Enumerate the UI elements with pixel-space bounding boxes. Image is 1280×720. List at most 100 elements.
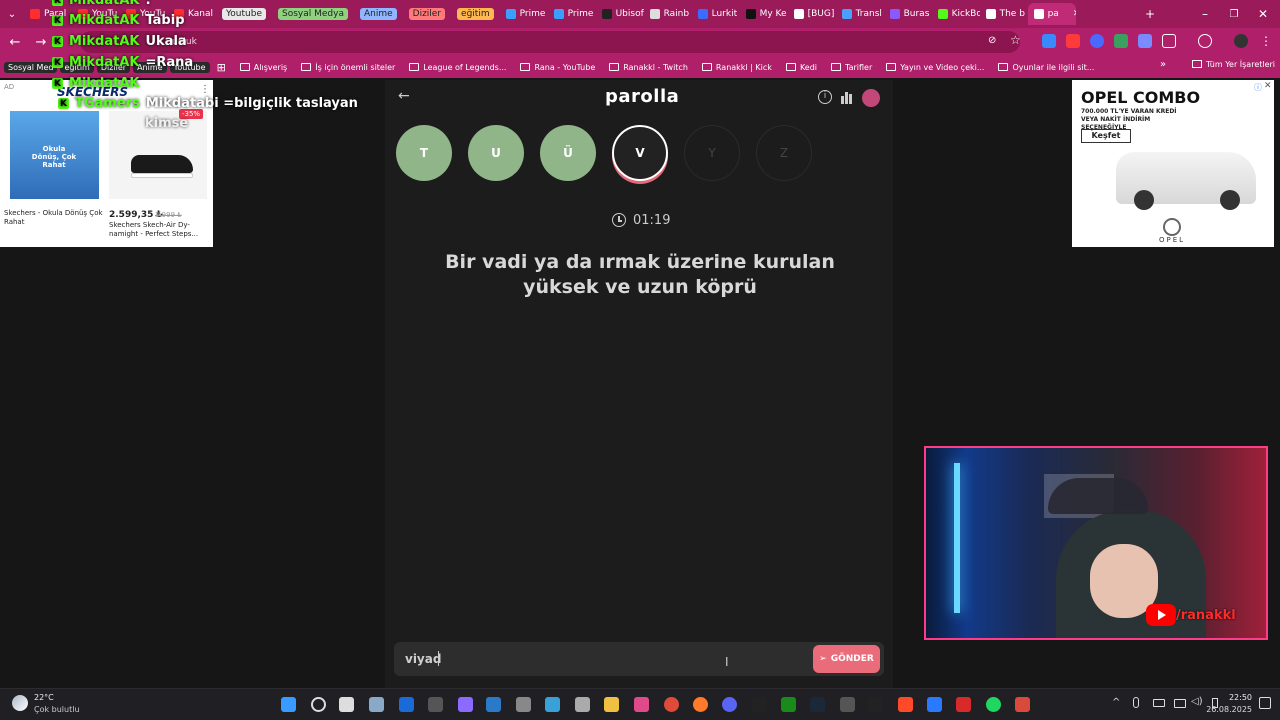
ad-banner-image[interactable]: Okula Dönüş, Çok Rahat: [10, 111, 99, 199]
start-icon[interactable]: [281, 697, 296, 712]
discover-button[interactable]: Keşfet: [1081, 129, 1131, 143]
bookmark-item[interactable]: Ranakkl | Kick: [695, 63, 779, 72]
tab-group-label[interactable]: eğitim: [457, 8, 494, 20]
tab-group-label[interactable]: Youtube: [222, 8, 266, 20]
bookmark-group[interactable]: Sosyal Med: [4, 61, 58, 73]
forward-icon[interactable]: →: [28, 29, 54, 55]
ad-menu-icon[interactable]: ⋮: [200, 84, 210, 95]
back-icon[interactable]: ←: [2, 29, 28, 55]
bookmark-item[interactable]: League of Legends...: [402, 63, 513, 72]
outlook-icon[interactable]: [399, 697, 414, 712]
browser-tab[interactable]: Buras: [884, 3, 932, 25]
bookmark-item[interactable]: Kedi: [779, 63, 824, 72]
browser-tab[interactable]: Ubisof: [596, 3, 644, 25]
all-bookmarks-folder[interactable]: Tüm Yer İşaretleri: [1192, 60, 1275, 69]
puzzle-icon[interactable]: [1162, 34, 1176, 48]
app-icon[interactable]: [752, 697, 767, 712]
browser-tab[interactable]: Transl: [836, 3, 884, 25]
app-icon[interactable]: [840, 697, 855, 712]
discord-icon[interactable]: [722, 697, 737, 712]
app-icon[interactable]: [634, 697, 649, 712]
app-icon[interactable]: [486, 697, 501, 712]
avatar[interactable]: [1234, 34, 1248, 48]
browser-tab[interactable]: Sosyal Medya: [272, 3, 354, 25]
menu-icon[interactable]: ⋮: [1260, 34, 1272, 48]
info-icon[interactable]: i: [818, 90, 832, 104]
epic-games-icon[interactable]: [868, 697, 883, 712]
extension-icon[interactable]: [1090, 34, 1104, 48]
eye-off-icon[interactable]: ⊘: [988, 35, 996, 46]
bookmark-item[interactable]: İş için önemli siteler: [294, 63, 402, 72]
extension-icon[interactable]: [1138, 34, 1152, 48]
volume-icon[interactable]: ◁): [1191, 696, 1203, 707]
chrome-icon[interactable]: [664, 697, 679, 712]
bookmark-item[interactable]: Oyunlar ile ilgili sit...: [991, 63, 1101, 72]
browser-tab[interactable]: Prime: [500, 3, 548, 25]
search-icon[interactable]: [311, 697, 326, 712]
app-icon[interactable]: [898, 697, 913, 712]
app-icon[interactable]: [1015, 697, 1030, 712]
bookmark-item[interactable]: Yayın ve Video çeki...: [879, 63, 991, 72]
copilot-icon[interactable]: [458, 697, 473, 712]
browser-tab[interactable]: Lurkit: [692, 3, 740, 25]
settings-icon[interactable]: [516, 697, 531, 712]
close-tab-icon[interactable]: ✕: [1073, 9, 1076, 19]
browser-tab[interactable]: Diziler: [403, 3, 451, 25]
browser-tab[interactable]: Prime: [548, 3, 596, 25]
profile-avatar[interactable]: [862, 89, 880, 107]
browser-tab[interactable]: Anime: [354, 3, 403, 25]
bookmark-item[interactable]: Alışveriş: [233, 63, 294, 72]
new-tab-button[interactable]: +: [1130, 0, 1170, 28]
browser-tab[interactable]: The b: [980, 3, 1028, 25]
bookmark-item[interactable]: Ranakkl - Twitch: [602, 63, 695, 72]
bookmark-item[interactable]: Rana - YouTube: [513, 63, 602, 72]
file-explorer-icon[interactable]: [604, 697, 619, 712]
browser-tab[interactable]: [BUG]: [788, 3, 836, 25]
microphone-icon[interactable]: [1133, 697, 1139, 708]
xbox-icon[interactable]: [781, 697, 796, 712]
close-window-button[interactable]: ✕: [1243, 0, 1280, 28]
task-view-icon[interactable]: [339, 697, 354, 712]
keyboard-icon[interactable]: [1153, 699, 1165, 707]
notifications-icon[interactable]: [1259, 697, 1271, 709]
right-advertisement[interactable]: ⓘ ✕ OPEL COMBO 700.000 TL'YE VARAN KREDİ…: [1072, 80, 1274, 247]
stats-icon[interactable]: [840, 90, 854, 104]
browser-tab[interactable]: Rainb: [644, 3, 692, 25]
bookmark-item[interactable]: Tarifler: [824, 63, 879, 72]
app-icon[interactable]: [369, 697, 384, 712]
browser-tab[interactable]: Youtube: [216, 3, 272, 25]
back-arrow-icon[interactable]: ←: [398, 88, 410, 104]
extension-icon[interactable]: [1042, 34, 1056, 48]
steam-icon[interactable]: [810, 697, 825, 712]
browser-tab[interactable]: eğitim: [451, 3, 500, 25]
star-icon[interactable]: ☆: [1010, 33, 1021, 47]
history-icon[interactable]: [1198, 34, 1212, 48]
clock-date[interactable]: 26.08.2025: [1206, 705, 1252, 714]
extension-icon[interactable]: [1114, 34, 1128, 48]
app-icon[interactable]: [428, 697, 443, 712]
tab-group-label[interactable]: Sosyal Medya: [278, 8, 348, 20]
app-icon[interactable]: [956, 697, 971, 712]
browser-tab[interactable]: pa ✕: [1027, 3, 1076, 25]
tab-group-label[interactable]: Diziler: [408, 8, 446, 20]
app-icon[interactable]: [927, 697, 942, 712]
bookmarks-more-button[interactable]: »: [1160, 59, 1166, 70]
extension-icon[interactable]: [1066, 34, 1080, 48]
ad-close-icon[interactable]: ✕: [1264, 81, 1272, 91]
app-icon[interactable]: [545, 697, 560, 712]
spotify-icon[interactable]: [986, 697, 1001, 712]
tab-group-label[interactable]: Anime: [359, 8, 397, 20]
firefox-icon[interactable]: [693, 697, 708, 712]
ad-info-icon[interactable]: ⓘ: [1254, 82, 1262, 93]
gear-icon[interactable]: [575, 697, 590, 712]
answer-input[interactable]: viyad: [394, 642, 884, 676]
send-button[interactable]: ➢ GÖNDER: [813, 645, 880, 673]
clock-time[interactable]: 22:50: [1212, 693, 1252, 702]
apps-grid-icon[interactable]: ⊞: [210, 61, 233, 74]
address-bar[interactable]: unluk: [80, 31, 1020, 53]
tab-search-chevron-icon[interactable]: ⌄: [0, 1, 24, 27]
browser-tab[interactable]: My Ke: [740, 3, 788, 25]
tray-chevron-icon[interactable]: ^: [1112, 697, 1120, 708]
weather-icon[interactable]: [12, 695, 28, 711]
browser-tab[interactable]: KickBo: [932, 3, 980, 25]
